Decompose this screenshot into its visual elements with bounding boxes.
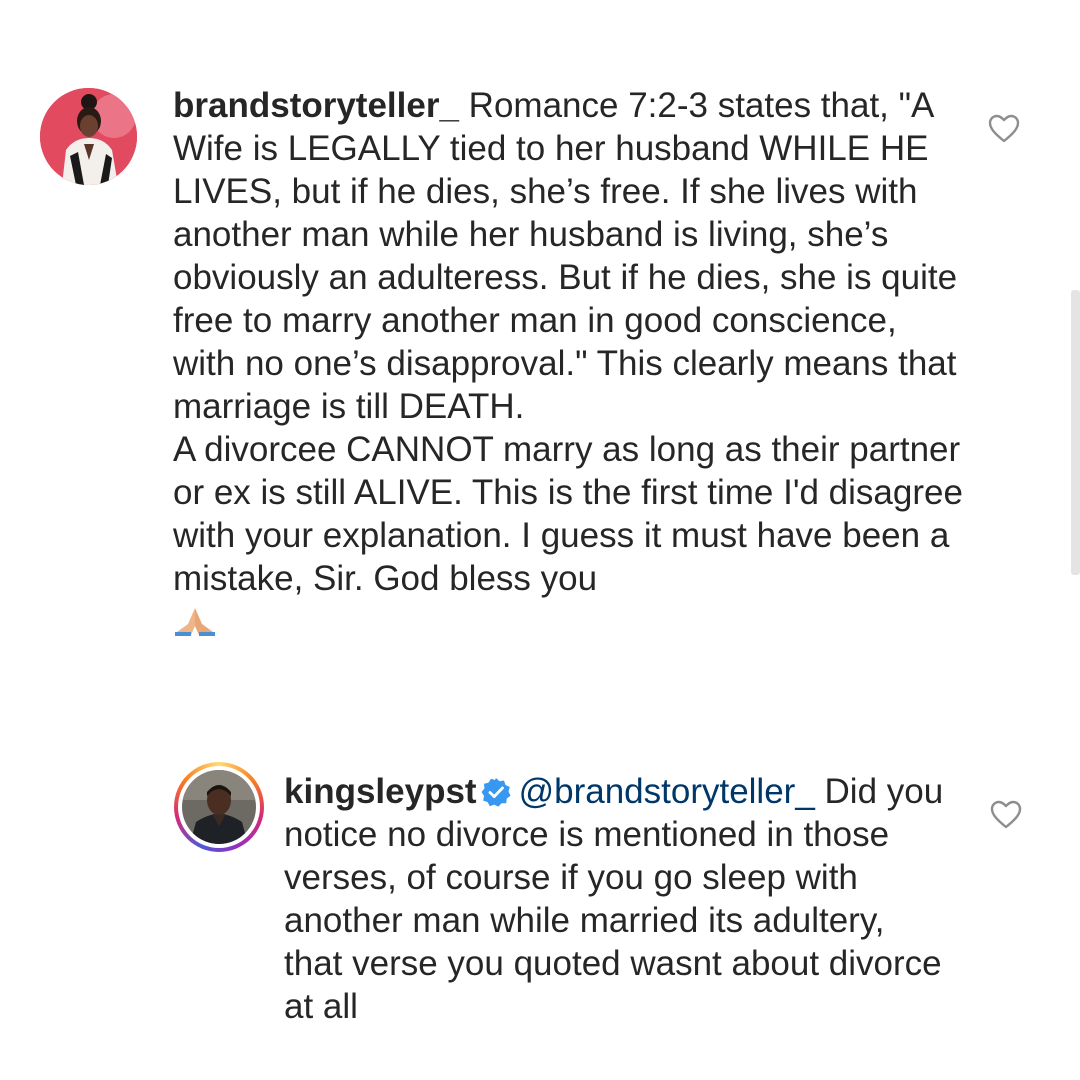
avatar[interactable] bbox=[174, 762, 264, 852]
username[interactable]: kingsleypst bbox=[284, 772, 477, 811]
mention-link[interactable]: @brandstoryteller_ bbox=[519, 772, 815, 811]
avatar[interactable] bbox=[40, 88, 137, 185]
verified-badge-icon bbox=[481, 778, 511, 807]
user-avatar-photo-story-ring bbox=[182, 770, 256, 844]
user-avatar-photo bbox=[40, 88, 137, 185]
username[interactable]: brandstoryteller_ bbox=[173, 86, 459, 125]
scrollbar[interactable] bbox=[1071, 290, 1080, 575]
heart-outline-icon[interactable] bbox=[988, 114, 1020, 144]
heart-outline-icon[interactable] bbox=[990, 800, 1022, 830]
comment-text: brandstoryteller_ Romance 7:2-3 states t… bbox=[173, 84, 963, 636]
praying-hands-icon bbox=[175, 608, 215, 636]
comment-body-paragraph: A divorcee CANNOT marry as long as their… bbox=[173, 430, 963, 598]
comment-body: Romance 7:2-3 states that, "A Wife is LE… bbox=[173, 86, 958, 426]
comment-text: kingsleypst @brandstoryteller_ Did you no… bbox=[284, 770, 944, 1028]
